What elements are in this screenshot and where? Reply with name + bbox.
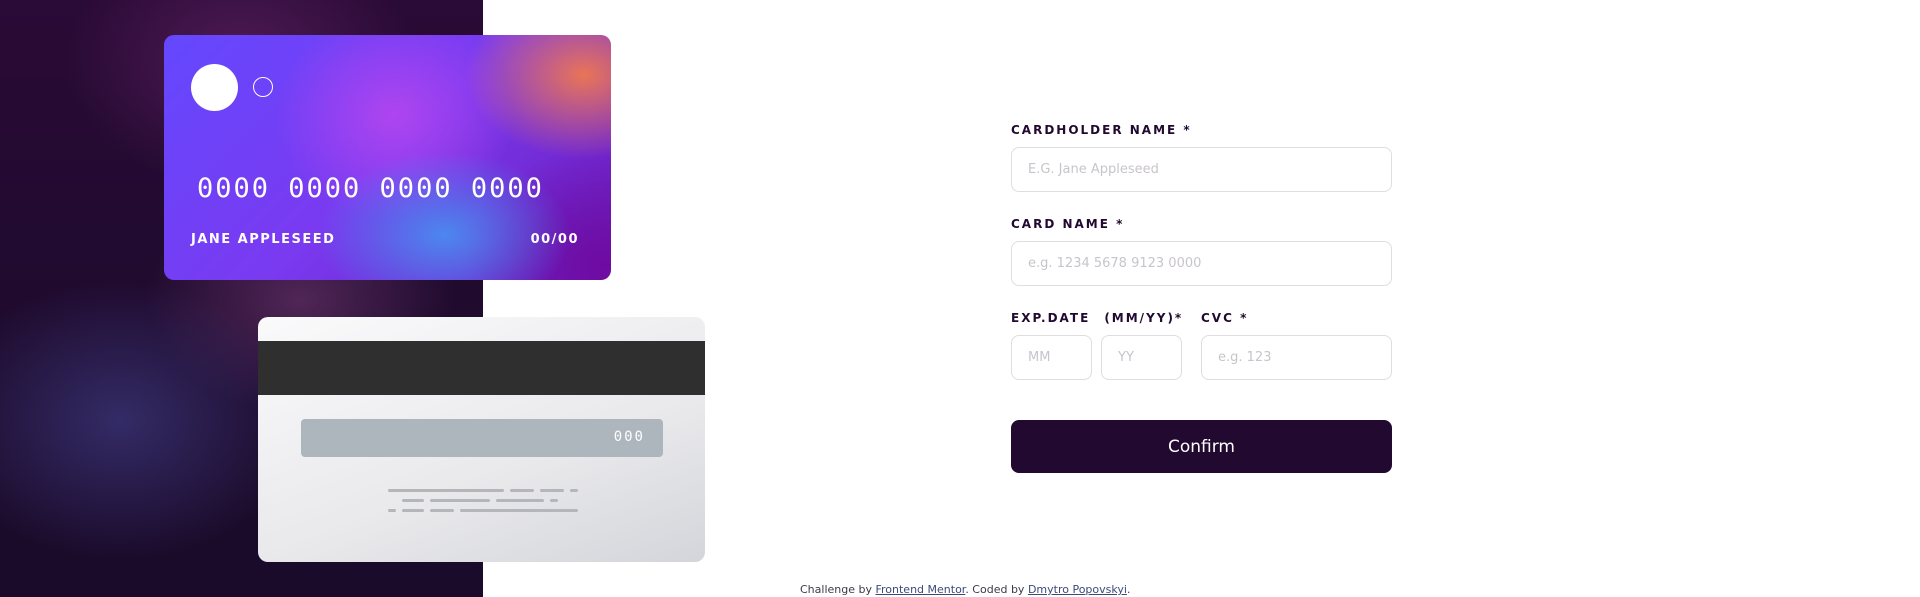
card-logo-outline-circle-icon [253, 77, 273, 97]
cvc-label: CVC * [1201, 311, 1249, 325]
confirm-button[interactable]: Confirm [1011, 420, 1392, 473]
card-number-display: 0000 0000 0000 0000 [197, 173, 544, 204]
card-number-input[interactable] [1011, 241, 1392, 286]
exp-date-format-label: (MM/YY)* [1104, 311, 1184, 325]
footer-prefix: Challenge by [800, 583, 876, 596]
attribution-footer: Challenge by Frontend Mentor. Coded by D… [800, 583, 1130, 596]
cvc-input[interactable] [1201, 335, 1392, 380]
exp-date-label: EXP.DATE (MM/YY)* [1011, 311, 1183, 325]
signature-strip: 000 [301, 419, 663, 457]
exp-year-input[interactable] [1101, 335, 1182, 380]
card-cvc-display: 000 [613, 429, 645, 445]
exp-month-input[interactable] [1011, 335, 1092, 380]
cardholder-name-label: CARDHOLDER NAME * [1011, 123, 1192, 137]
cardholder-name-input[interactable] [1011, 147, 1392, 192]
page: 0000 0000 0000 0000 JANE APPLESEED 00/00… [0, 0, 1920, 597]
card-expiry-display: 00/00 [530, 232, 579, 247]
card-holder-display: JANE APPLESEED [191, 232, 336, 247]
card-logo-filled-circle-icon [191, 64, 238, 111]
card-number-label: CARD NAME * [1011, 217, 1125, 231]
magnetic-stripe [258, 341, 705, 395]
card-front: 0000 0000 0000 0000 JANE APPLESEED 00/00 [164, 35, 611, 280]
author-link[interactable]: Dmytro Popovskyi [1028, 583, 1127, 596]
frontend-mentor-link[interactable]: Frontend Mentor [875, 583, 965, 596]
footer-middle: . Coded by [965, 583, 1028, 596]
card-back-line-pattern [388, 489, 578, 519]
footer-suffix: . [1126, 583, 1131, 596]
exp-date-label-text: EXP.DATE [1011, 311, 1091, 325]
card-back: 000 [258, 317, 705, 562]
